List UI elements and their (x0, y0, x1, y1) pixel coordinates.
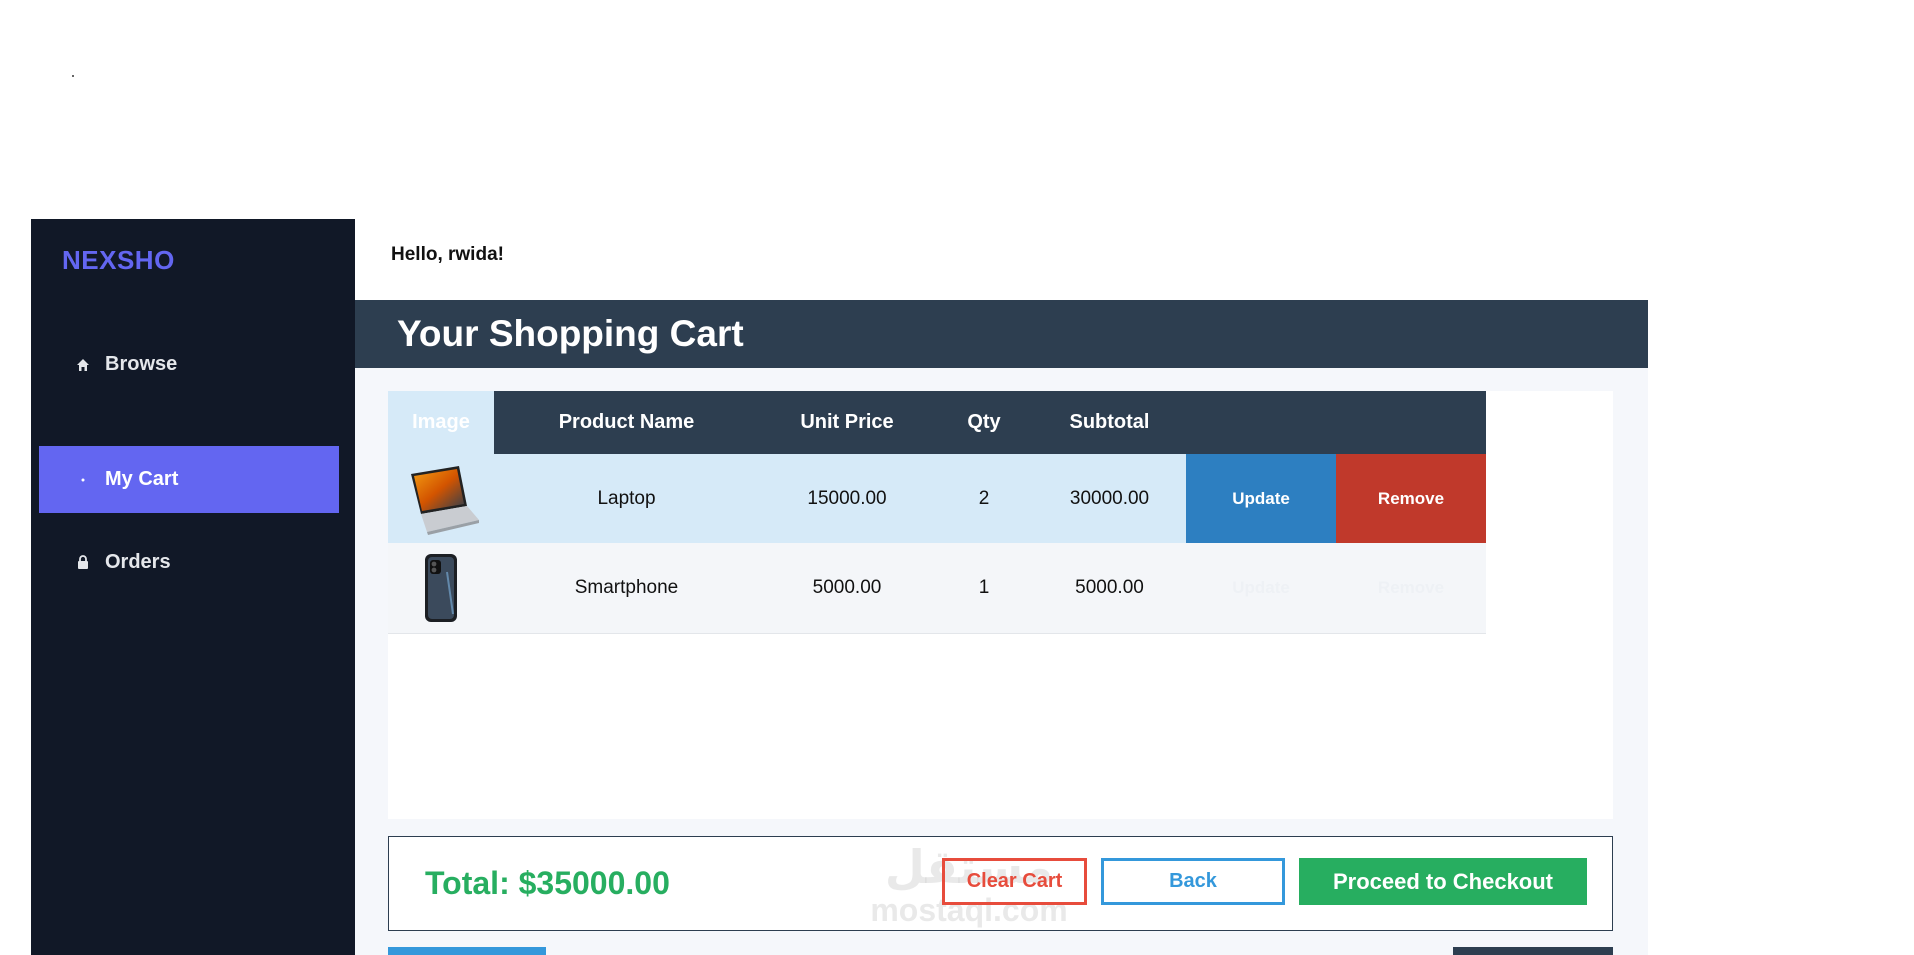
home-icon (75, 358, 91, 372)
update-cell: Update (1186, 543, 1336, 634)
sidebar: NEXSHO Browse My Cart Orders (31, 219, 355, 955)
page-title-text: Your Shopping Cart (397, 313, 744, 354)
proceed-to-checkout-button[interactable]: Proceed to Checkout (1299, 858, 1587, 905)
laptop-image (411, 465, 479, 535)
bottom-right-button-partial[interactable] (1453, 947, 1613, 955)
greeting-text: Hello, rwida! (391, 244, 504, 265)
column-header-unit-price: Unit Price (759, 391, 935, 454)
update-cell: Update (1186, 454, 1336, 543)
update-button[interactable]: Update (1186, 454, 1336, 543)
product-name-cell: Laptop (494, 454, 759, 543)
column-header-actions-update (1186, 391, 1336, 454)
remove-cell: Remove (1336, 543, 1486, 634)
product-name-cell: Smartphone (494, 543, 759, 634)
remove-button[interactable]: Remove (1336, 543, 1486, 633)
column-header-subtotal: Subtotal (1033, 391, 1186, 454)
back-button[interactable]: Back (1101, 858, 1285, 905)
unit-price-cell: 15000.00 (759, 454, 935, 543)
sidebar-item-browse[interactable]: Browse (39, 331, 339, 398)
product-image-cell (388, 543, 494, 634)
sidebar-item-label: Browse (105, 353, 178, 375)
table-row: Laptop 15000.00 2 30000.00 Update Remove (388, 454, 1486, 543)
smartphone-image (425, 554, 457, 622)
qty-cell: 1 (935, 543, 1033, 634)
sidebar-item-label: My Cart (105, 468, 179, 490)
subtotal-cell: 30000.00 (1033, 454, 1186, 543)
cart-total: Total: $35000.00 (425, 865, 670, 901)
product-image-cell (388, 454, 494, 543)
update-button[interactable]: Update (1186, 543, 1336, 633)
cart-total-bar: Total: $35000.00 مستقل mostaql.com Clear… (388, 836, 1613, 931)
column-header-qty: Qty (935, 391, 1033, 454)
unit-price-cell: 5000.00 (759, 543, 935, 634)
column-header-actions-remove (1336, 391, 1486, 454)
column-header-image: Image (388, 391, 494, 454)
subtotal-cell: 5000.00 (1033, 543, 1186, 634)
remove-cell: Remove (1336, 454, 1486, 543)
brand-logo[interactable]: NEXSHO (62, 245, 175, 276)
qty-cell: 2 (935, 454, 1033, 543)
page-title: Your Shopping Cart (355, 300, 1648, 368)
sidebar-item-orders[interactable]: Orders (39, 529, 339, 596)
dot-icon (75, 477, 91, 483)
remove-button[interactable]: Remove (1336, 454, 1486, 543)
sidebar-item-my-cart[interactable]: My Cart (39, 446, 339, 513)
table-header-row: Image Product Name Unit Price Qty Subtot… (388, 391, 1486, 454)
sidebar-item-label: Orders (105, 551, 171, 573)
bottom-left-button-partial[interactable] (388, 947, 546, 955)
column-header-product-name: Product Name (494, 391, 759, 454)
table-row: Smartphone 5000.00 1 5000.00 Update Remo… (388, 543, 1486, 634)
clear-cart-button[interactable]: Clear Cart (942, 858, 1087, 905)
stray-dot (72, 75, 74, 77)
lock-icon (75, 555, 91, 570)
cart-table: Image Product Name Unit Price Qty Subtot… (388, 391, 1486, 634)
